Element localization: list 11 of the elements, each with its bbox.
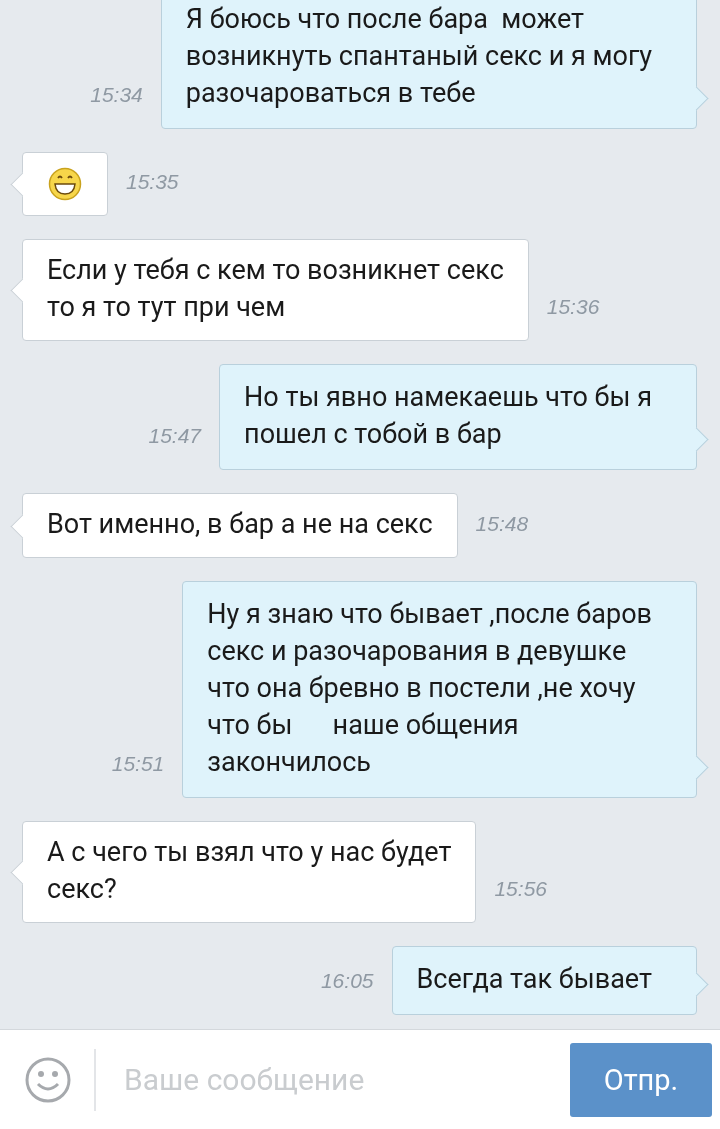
smiley-icon[interactable] (24, 1055, 72, 1104)
message-time: 15:36 (546, 295, 600, 319)
message-time: 15:48 (475, 512, 529, 536)
message-time: 15:56 (494, 877, 547, 901)
grinning-emoji-icon (48, 167, 82, 201)
message-time: 16:05 (320, 969, 374, 993)
message-time: 15:51 (111, 752, 165, 776)
message-time: 15:47 (148, 424, 202, 448)
message-time: 15:35 (126, 170, 179, 194)
message-time: 15:34 (90, 83, 143, 107)
send-button[interactable]: Отпр. (570, 1042, 712, 1117)
